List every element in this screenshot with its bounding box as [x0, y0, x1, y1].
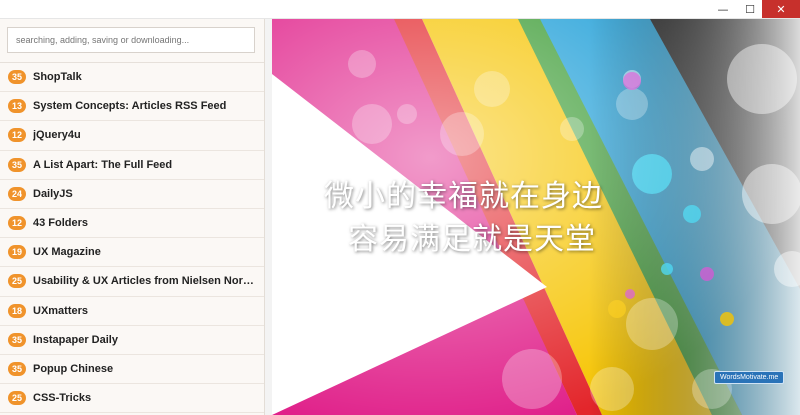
unread-count-badge: 35 — [8, 70, 26, 85]
title-bar: — ☐ ✕ — [0, 0, 800, 19]
feed-item[interactable]: 24 DailyJS — [0, 180, 264, 209]
unread-count-badge: 24 — [8, 186, 26, 201]
feed-title: System Concepts: Articles RSS Feed — [33, 100, 227, 113]
feed-list: 35 ShopTalk 13 System Concepts: Articles RS… — [0, 63, 264, 414]
minimize-button[interactable]: — — [710, 0, 736, 18]
feed-item[interactable]: 13 System Concepts: Articles RSS Feed — [0, 92, 264, 122]
feed-title: A List Apart: The Full Feed — [33, 158, 173, 171]
feed-title: jQuery4u — [33, 129, 81, 142]
unread-count-badge: 12 — [8, 128, 26, 143]
feed-item[interactable]: 25 Usability & UX Articles from Nielsen N… — [0, 267, 264, 297]
close-button[interactable]: ✕ — [762, 0, 800, 18]
wallpaper-caption-line2: 容易满足就是天堂 — [348, 222, 596, 257]
feed-item[interactable]: 12 jQuery4u — [0, 121, 264, 151]
feed-item[interactable]: 35 A List Apart: The Full Feed — [0, 151, 264, 180]
feed-title: UX Magazine — [33, 246, 101, 259]
unread-count-badge: 19 — [8, 245, 26, 260]
feed-title: DailyJS — [33, 187, 73, 200]
unread-count-badge: 25 — [8, 391, 26, 406]
feed-title: Usability & UX Articles from Nielsen Nor… — [33, 275, 263, 288]
feed-item[interactable]: 12 43 Folders — [0, 209, 264, 239]
unread-count-badge: 13 — [8, 99, 26, 114]
search-bar — [0, 19, 264, 63]
unread-count-badge: 35 — [8, 361, 26, 376]
unread-count-badge: 35 — [8, 332, 26, 347]
wallpaper-caption-line1: 微小的幸福就在身边 — [324, 179, 603, 214]
feed-title: ShopTalk — [33, 71, 82, 84]
feed-item[interactable]: 35 Popup Chinese — [0, 355, 264, 385]
feed-title: 43 Folders — [33, 217, 89, 230]
feed-sidebar: 35 ShopTalk 13 System Concepts: Articles RS… — [0, 19, 265, 415]
unread-count-badge: 18 — [8, 303, 26, 318]
search-input[interactable] — [7, 27, 255, 53]
feed-item[interactable]: 19 UX Magazine — [0, 238, 264, 268]
feed-item[interactable]: 35 ShopTalk — [0, 63, 264, 93]
feed-item[interactable]: 25 CSS-Tricks — [0, 384, 264, 414]
wallpaper-watermark: WordsMotivate.me — [714, 371, 785, 384]
feed-title: CSS-Tricks — [33, 392, 92, 405]
maximize-button[interactable]: ☐ — [737, 0, 763, 18]
feed-title: Popup Chinese — [33, 362, 114, 375]
unread-count-badge: 12 — [8, 216, 26, 231]
feed-item[interactable]: 18 UXmatters — [0, 297, 264, 326]
feed-title: UXmatters — [33, 304, 89, 317]
unread-count-badge: 25 — [8, 274, 26, 289]
feed-item[interactable]: 35 Instapaper Daily — [0, 326, 264, 355]
feed-title: Instapaper Daily — [33, 333, 118, 346]
unread-count-badge: 35 — [8, 157, 26, 172]
reading-pane: 微小的幸福就在身边 容易满足就是天堂 WordsMotivate.me — [272, 19, 800, 415]
